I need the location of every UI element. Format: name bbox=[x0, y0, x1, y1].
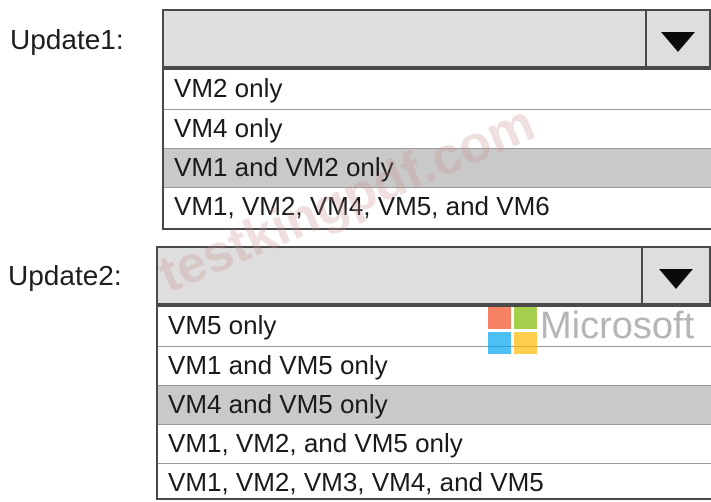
update2-dropdown[interactable] bbox=[156, 246, 711, 305]
update2-option[interactable]: VM1, VM2, and VM5 only bbox=[158, 424, 711, 463]
update2-label: Update2: bbox=[8, 260, 122, 291]
microsoft-logo-icon bbox=[488, 307, 538, 355]
update1-option[interactable]: VM2 only bbox=[164, 70, 711, 109]
update2-option[interactable]: VM1 and VM5 only bbox=[158, 346, 711, 385]
update1-options-list: VM2 only VM4 only VM1 and VM2 only VM1, … bbox=[162, 68, 711, 230]
update2-option[interactable]: VM1, VM2, VM3, VM4, and VM5 bbox=[158, 463, 711, 502]
update2-option-highlighted[interactable]: VM4 and VM5 only bbox=[158, 385, 711, 424]
update1-label: Update1: bbox=[10, 24, 124, 55]
microsoft-wordmark: Microsoft bbox=[540, 305, 695, 347]
logo-square-green bbox=[514, 307, 537, 329]
update1-option[interactable]: VM1, VM2, VM4, VM5, and VM6 bbox=[164, 187, 711, 226]
triangle-down-icon bbox=[661, 31, 695, 52]
update2-dropdown-button[interactable] bbox=[641, 248, 709, 303]
update1-dropdown-button[interactable] bbox=[645, 11, 709, 66]
triangle-down-icon bbox=[659, 268, 693, 289]
logo-square-red bbox=[488, 307, 511, 329]
logo-square-yellow bbox=[514, 332, 537, 354]
logo-square-blue bbox=[488, 332, 511, 354]
update1-option-highlighted[interactable]: VM1 and VM2 only bbox=[164, 148, 711, 187]
update1-option[interactable]: VM4 only bbox=[164, 109, 711, 148]
update1-dropdown[interactable] bbox=[162, 9, 711, 68]
